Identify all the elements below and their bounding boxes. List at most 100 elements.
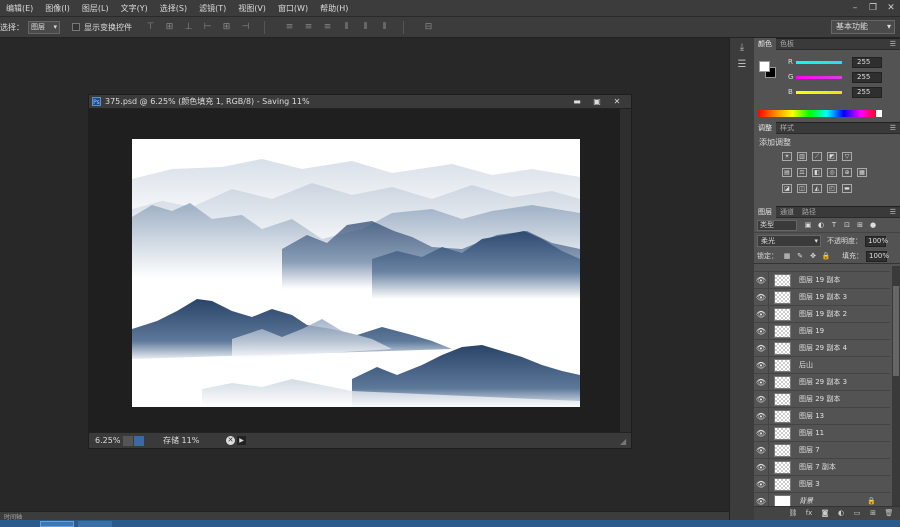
show-transform-checkbox[interactable]: [72, 23, 80, 31]
visibility-eye-icon[interactable]: 👁: [754, 458, 769, 476]
layer-item[interactable]: 👁 图层 19 副本 2: [754, 305, 890, 323]
white-swatch[interactable]: [876, 110, 882, 117]
adjustment-filter-icon[interactable]: ◐: [816, 221, 826, 230]
layer-item[interactable]: 👁 图层 7: [754, 441, 890, 459]
distribute-hcenter-icon[interactable]: ⫴: [359, 21, 372, 33]
tab-paths[interactable]: 路径: [798, 206, 820, 218]
link-layers-icon[interactable]: ⛓: [788, 509, 798, 518]
distribute-bottom-icon[interactable]: ≡: [321, 21, 334, 33]
tab-adjustments[interactable]: 调整: [754, 122, 776, 134]
visibility-eye-icon[interactable]: 👁: [754, 271, 769, 289]
scroll-thumb[interactable]: [893, 286, 899, 376]
red-slider[interactable]: [796, 60, 842, 64]
selective-color-icon[interactable]: ◰: [827, 184, 837, 193]
layers-scrollbar[interactable]: [892, 266, 900, 506]
layer-item[interactable]: 👁 图层 11: [754, 424, 890, 442]
layer-item[interactable]: 👁 图层 29 副本: [754, 390, 890, 408]
layer-item[interactable]: 👁 图层 13: [754, 407, 890, 425]
distribute-vcenter-icon[interactable]: ≡: [302, 21, 315, 33]
vertical-scrollbar[interactable]: [620, 109, 631, 434]
photo-filter-icon[interactable]: ◎: [827, 168, 837, 177]
panel-menu-icon[interactable]: ☰: [890, 40, 896, 48]
channel-mixer-icon[interactable]: ⊕: [842, 168, 852, 177]
menu-view[interactable]: 视图(V): [232, 3, 272, 14]
color-lookup-icon[interactable]: ▦: [857, 168, 867, 177]
vibrance-icon[interactable]: ▽: [842, 152, 852, 161]
pixel-filter-icon[interactable]: ▣: [803, 221, 813, 230]
layer-item-background[interactable]: 👁 背景 🔒: [754, 492, 890, 506]
align-top-icon[interactable]: ⊤: [144, 21, 157, 33]
visibility-eye-icon[interactable]: 👁: [754, 475, 769, 493]
type-filter-icon[interactable]: T: [829, 221, 839, 230]
tab-swatches[interactable]: 色板: [776, 38, 798, 50]
menu-filter[interactable]: 滤镜(T): [193, 3, 232, 14]
hue-saturation-icon[interactable]: ▤: [782, 168, 792, 177]
green-value-input[interactable]: 255: [852, 71, 882, 83]
properties-icon[interactable]: ☰: [734, 59, 751, 72]
lock-all-icon[interactable]: 🔒: [821, 252, 831, 261]
layer-item[interactable]: 👁 图层 29 副本 3: [754, 373, 890, 391]
layer-item[interactable]: 👁 图层 7 副本: [754, 458, 890, 476]
levels-icon[interactable]: ▥: [797, 152, 807, 161]
menu-type[interactable]: 文字(Y): [115, 3, 154, 14]
taskbar-item[interactable]: [78, 521, 112, 527]
visibility-eye-icon[interactable]: 👁: [754, 390, 769, 408]
invert-icon[interactable]: ◪: [782, 184, 792, 193]
posterize-icon[interactable]: ◫: [797, 184, 807, 193]
foreground-color-swatch[interactable]: [759, 61, 770, 72]
new-layer-icon[interactable]: ⊞: [868, 509, 878, 518]
minimize-icon[interactable]: –: [846, 0, 864, 16]
align-left-icon[interactable]: ⊢: [201, 21, 214, 33]
color-balance-icon[interactable]: ⚖: [797, 168, 807, 177]
layer-item[interactable]: 👁 后山: [754, 356, 890, 374]
visibility-eye-icon[interactable]: 👁: [754, 424, 769, 442]
visibility-eye-icon[interactable]: 👁: [754, 441, 769, 459]
workspace-dropdown[interactable]: 基本功能: [831, 20, 895, 34]
taskbar-item[interactable]: [40, 521, 74, 527]
visibility-eye-icon[interactable]: 👁: [754, 339, 769, 357]
menu-help[interactable]: 帮助(H): [314, 3, 354, 14]
green-slider[interactable]: [796, 75, 842, 79]
exposure-icon[interactable]: ◩: [827, 152, 837, 161]
tab-layers[interactable]: 图层: [754, 206, 776, 218]
align-vcenter-icon[interactable]: ⊞: [163, 21, 176, 33]
doc-maximize-icon[interactable]: ▣: [587, 96, 607, 107]
gradient-map-icon[interactable]: ▬: [842, 184, 852, 193]
doc-profile-icon[interactable]: [123, 435, 133, 446]
filter-toggle-icon[interactable]: ●: [868, 221, 878, 230]
lock-transparent-icon[interactable]: ▦: [782, 252, 792, 261]
distribute-top-icon[interactable]: ≡: [283, 21, 296, 33]
color-spectrum[interactable]: [758, 110, 878, 117]
menu-image[interactable]: 图像(I): [39, 3, 76, 14]
align-bottom-icon[interactable]: ⊥: [182, 21, 195, 33]
layer-item[interactable]: 👁 图层 19 副本 3: [754, 288, 890, 306]
layer-item[interactable]: 👁 图层 19: [754, 322, 890, 340]
layer-item[interactable]: 👁 图层 3: [754, 475, 890, 493]
shape-filter-icon[interactable]: ⊡: [842, 221, 852, 230]
cancel-save-icon[interactable]: ✕: [226, 436, 235, 445]
close-icon[interactable]: ✕: [882, 0, 900, 16]
new-group-icon[interactable]: ▭: [852, 509, 862, 518]
layer-style-icon[interactable]: fx: [804, 509, 814, 518]
panel-menu-icon[interactable]: ☰: [890, 208, 896, 216]
align-right-icon[interactable]: ⊣: [239, 21, 252, 33]
doc-close-icon[interactable]: ✕: [607, 96, 627, 107]
zoom-level[interactable]: 6.25%: [95, 436, 121, 445]
timeline-bar[interactable]: 时间轴: [0, 511, 729, 521]
black-white-icon[interactable]: ◧: [812, 168, 822, 177]
menu-edit[interactable]: 编辑(E): [0, 3, 39, 14]
visibility-eye-icon[interactable]: 👁: [754, 305, 769, 323]
layer-mask-icon[interactable]: ◙: [820, 509, 830, 518]
menu-select[interactable]: 选择(S): [154, 3, 193, 14]
curves-icon[interactable]: ⟋: [812, 152, 822, 161]
visibility-eye-icon[interactable]: 👁: [754, 492, 769, 506]
brightness-icon[interactable]: ☀: [782, 152, 792, 161]
visibility-eye-icon[interactable]: 👁: [754, 373, 769, 391]
menu-window[interactable]: 窗口(W): [272, 3, 314, 14]
panel-menu-icon[interactable]: ☰: [890, 124, 896, 132]
auto-align-icon[interactable]: ⊟: [422, 21, 435, 33]
doc-minimize-icon[interactable]: ▬: [567, 96, 587, 107]
document-titlebar[interactable]: Ps 375.psd @ 6.25% (颜色填充 1, RGB/8) - Sav…: [89, 95, 631, 109]
distribute-left-icon[interactable]: ⫴: [340, 21, 353, 33]
align-hcenter-icon[interactable]: ⊞: [220, 21, 233, 33]
